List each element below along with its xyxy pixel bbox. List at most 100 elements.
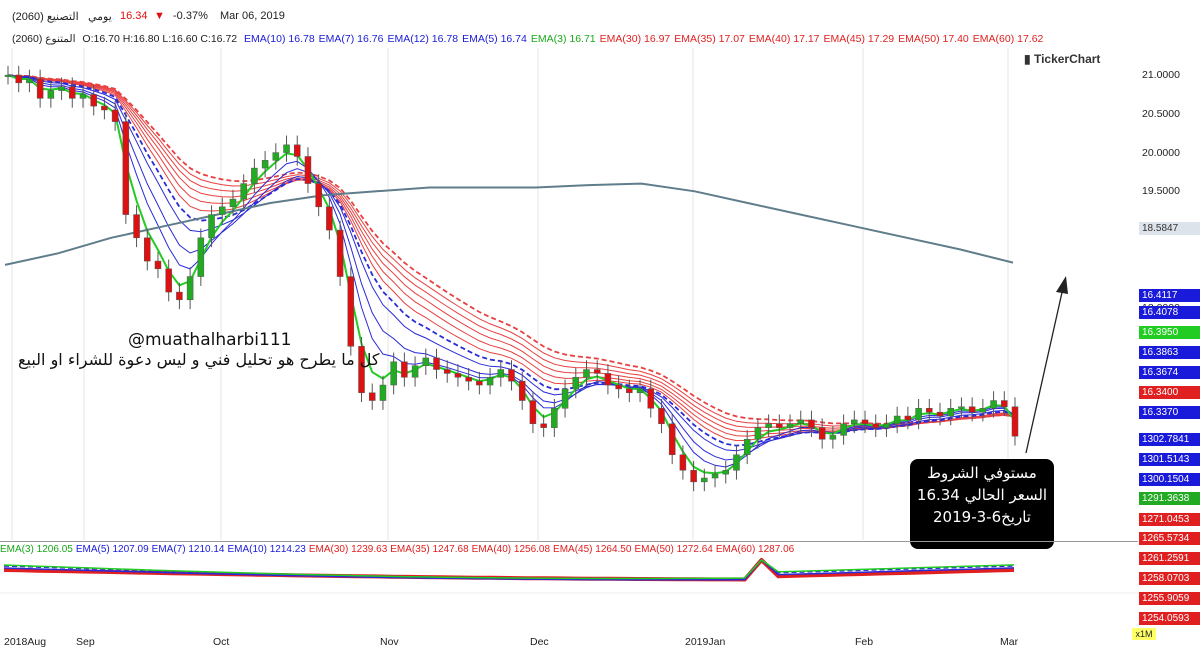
- x-tick-label: Dec: [530, 636, 549, 648]
- candle: [583, 360, 590, 387]
- candle: [15, 65, 22, 93]
- x-tick-label: 2019Jan: [685, 636, 726, 648]
- lower-indicator-pane[interactable]: [0, 557, 1138, 628]
- price-tag: 16.3370: [1139, 406, 1200, 419]
- candle: [636, 379, 644, 403]
- ema-info-10: EMA(60) 17.62: [972, 33, 1044, 45]
- candle: [540, 414, 547, 437]
- candle: [518, 371, 526, 410]
- x-tick-label: Mar: [1000, 636, 1019, 648]
- candle: [401, 352, 408, 387]
- price-tag: 18.5847: [1139, 222, 1200, 235]
- change-percent: -0.37%: [173, 10, 208, 22]
- lower-chart-svg: [0, 557, 1138, 594]
- scale-badge[interactable]: x1M: [1132, 628, 1156, 640]
- y-tick-label: 20.0000: [1142, 146, 1180, 159]
- candle: [454, 364, 462, 387]
- candle: [465, 367, 472, 391]
- x-tick-label: Oct: [213, 636, 230, 648]
- lower-ema-info-3: EMA(10) 1214.23: [227, 544, 306, 555]
- candle: [26, 69, 33, 93]
- candle: [433, 348, 440, 379]
- candle: [347, 267, 355, 356]
- candle: [390, 352, 397, 395]
- logo-icon: ▮: [1024, 52, 1031, 66]
- candle: [443, 360, 451, 383]
- volume-tag: 1271.0453: [1139, 513, 1200, 526]
- volume-tag: 1300.1504: [1139, 473, 1200, 486]
- y-tick-label: 19.5000: [1142, 185, 1180, 198]
- symbol-label[interactable]: (2060) التصنيع: [12, 10, 79, 23]
- ema-info-4: EMA(3) 16.71: [530, 33, 596, 45]
- candle: [133, 205, 140, 248]
- price-tag: 16.3400: [1139, 386, 1200, 399]
- y-tick-label: 20.5000: [1142, 107, 1180, 120]
- candle: [358, 337, 365, 403]
- trend-arrow: [1025, 287, 1064, 454]
- candle: [186, 267, 194, 310]
- lower-ema-info-1: EMA(5) 1207.09: [75, 544, 149, 555]
- ema-info-8: EMA(45) 17.29: [823, 33, 895, 45]
- logo-text: TickerChart: [1033, 52, 1101, 66]
- ema-info-9: EMA(50) 17.40: [898, 33, 969, 45]
- price-info-bar: المتنوع (2060) O:16.70 H:16.80 L:16.60 C…: [0, 33, 1140, 49]
- candle: [743, 429, 751, 465]
- date-label: Mar 06, 2019: [220, 10, 285, 22]
- candle: [4, 65, 12, 85]
- conditions-box: مستوفي الشروط السعر الحالي 16.34 تاريخ6-…: [910, 459, 1054, 549]
- time-axis[interactable]: 2018Aug Sep Oct Nov Dec 2019Jan Feb Mar: [0, 636, 1138, 652]
- candle: [422, 348, 430, 375]
- ema-info-6: EMA(35) 17.07: [674, 33, 745, 45]
- volume-tag: 1291.3638: [1139, 492, 1200, 505]
- box-line-2: السعر الحالي 16.34: [916, 486, 1048, 504]
- candle: [411, 356, 419, 387]
- candle: [283, 135, 290, 162]
- ema-info-0: EMA(10) 16.78: [244, 33, 315, 45]
- lower-info-bar: EMA(3) 1206.05 EMA(5) 1207.09 EMA(7) 1210.…: [0, 544, 1140, 558]
- lower-ema-info-4: EMA(30) 1239.63: [308, 544, 388, 555]
- candle: [958, 397, 965, 418]
- y-tick-label: 21.0000: [1142, 69, 1180, 82]
- instrument-name: المتنوع (2060): [12, 33, 76, 45]
- candle: [679, 445, 687, 480]
- candle: [883, 414, 890, 437]
- ema-info-2: EMA(12) 16.78: [387, 33, 459, 45]
- candle: [722, 460, 730, 484]
- long-ema-line: [4, 182, 1014, 266]
- candle: [840, 414, 847, 445]
- down-arrow-icon: ▼: [154, 10, 165, 22]
- lower-ema-info-6: EMA(40) 1256.08: [471, 544, 551, 555]
- price-tag: 16.4078: [1139, 306, 1200, 319]
- volume-tag: 1265.5734: [1139, 532, 1200, 545]
- lower-ema-info-9: EMA(60) 1287.06: [715, 544, 795, 555]
- twitter-handle: @muathalharbi111: [128, 330, 292, 350]
- candle: [893, 406, 901, 434]
- ema-info-5: EMA(30) 16.97: [599, 33, 671, 45]
- candle: [529, 391, 537, 434]
- candle: [293, 135, 301, 166]
- disclaimer-text: كل ما يطرح هو تحليل فني و ليس دعوة للشرا…: [18, 350, 380, 369]
- x-tick-label: 2018Aug: [4, 636, 47, 648]
- lower-ema-info-2: EMA(7) 1210.14: [151, 544, 225, 555]
- lower-ema-info-0: EMA(3) 1206.05: [0, 544, 73, 555]
- candle: [797, 410, 804, 434]
- candle: [197, 228, 205, 286]
- price-tag: 16.3863: [1139, 346, 1200, 359]
- period-label[interactable]: يومي: [88, 10, 112, 23]
- candle: [829, 426, 837, 449]
- candle: [36, 69, 44, 108]
- candle: [561, 379, 569, 418]
- lower-tag: 1258.0703: [1139, 572, 1200, 585]
- candle: [476, 371, 483, 395]
- price-tag: 16.4117: [1139, 289, 1200, 302]
- x-tick-label: Nov: [380, 636, 399, 648]
- top-toolbar: (2060) التصنيع يومي 16.34 ▼ -0.37% Mar 0…: [0, 0, 1200, 32]
- lower-ema-info-7: EMA(45) 1264.50: [553, 544, 632, 555]
- x-tick-label: Feb: [855, 636, 874, 648]
- candle: [872, 414, 879, 437]
- volume-tag: 1301.5143: [1139, 453, 1200, 466]
- lower-ema-info-5: EMA(35) 1247.68: [390, 544, 469, 555]
- candle: [711, 464, 719, 488]
- pane-divider[interactable]: [0, 541, 1138, 542]
- candle: [272, 143, 280, 170]
